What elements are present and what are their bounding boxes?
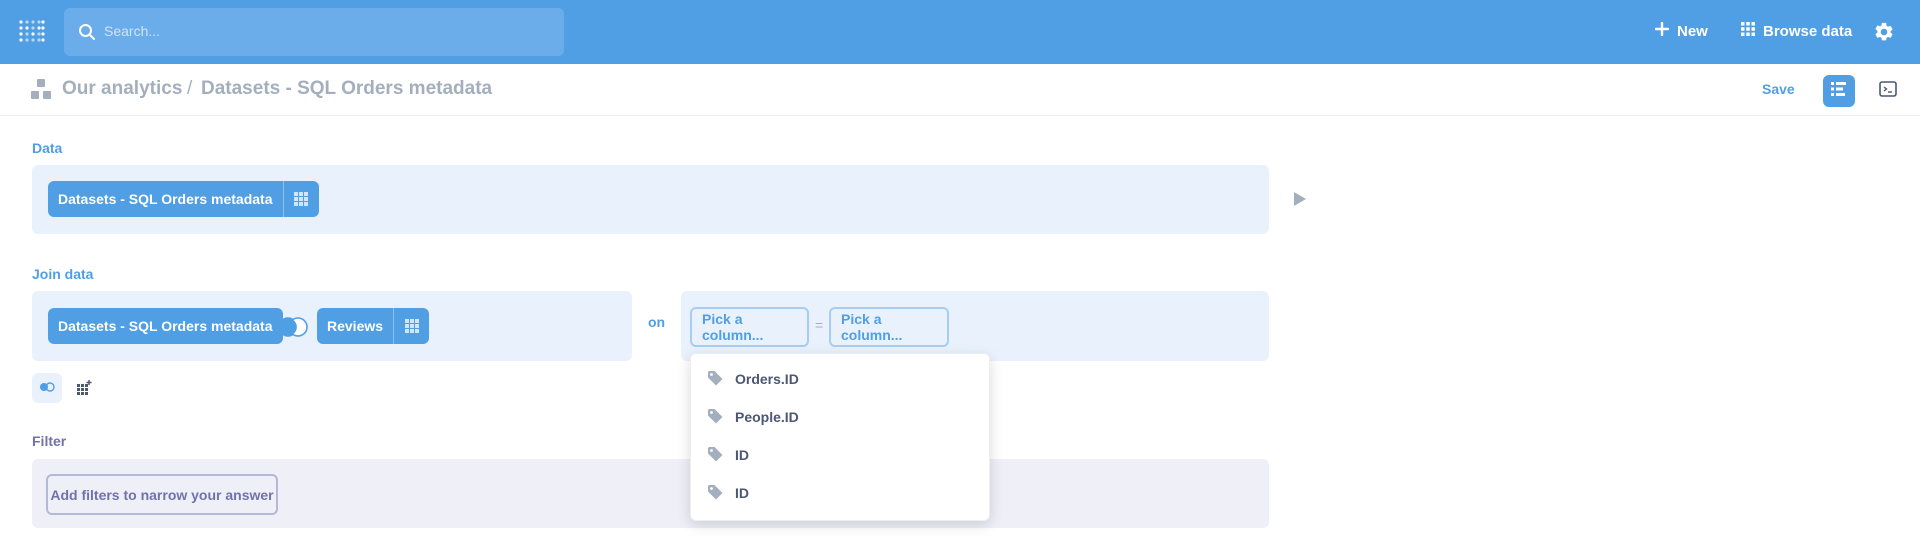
save-button[interactable]: Save — [1762, 81, 1795, 97]
breadcrumb-collection[interactable]: Our analytics — [62, 78, 182, 100]
search-input[interactable]: Search... — [64, 8, 564, 56]
column-option[interactable]: People.ID — [691, 398, 989, 436]
browse-data-button[interactable]: Browse data — [1741, 22, 1852, 40]
add-filter-button[interactable]: Add filters to narrow your answer — [46, 474, 278, 515]
column-option[interactable]: Orders.ID — [691, 360, 989, 398]
question-header: Our analytics / Datasets - SQL Orders me… — [0, 64, 1920, 116]
table-grid-icon[interactable] — [282, 181, 319, 217]
column-option-label: ID — [735, 447, 749, 463]
column-option[interactable]: ID — [691, 474, 989, 512]
new-label: New — [1677, 22, 1708, 40]
join-step-toggle-button[interactable] — [32, 373, 62, 403]
collection-icon — [31, 79, 51, 106]
metabase-logo-icon[interactable] — [18, 18, 46, 46]
join-section-label: Join data — [32, 266, 94, 282]
tag-icon — [707, 484, 723, 503]
grid-icon — [1741, 22, 1755, 40]
tag-icon — [707, 408, 723, 427]
console-icon — [1879, 80, 1897, 102]
join-small-icon — [39, 379, 55, 397]
table-grid-icon[interactable] — [393, 308, 429, 344]
join-right-table-pill[interactable]: Reviews — [317, 308, 430, 344]
filter-section-label: Filter — [32, 433, 67, 449]
tag-icon — [707, 446, 723, 465]
new-button[interactable]: New — [1654, 21, 1708, 40]
left-column-picker[interactable]: Pick a column... — [690, 307, 809, 347]
join-on-label: on — [648, 314, 666, 330]
search-placeholder: Search... — [104, 23, 161, 39]
column-option[interactable]: ID — [691, 436, 989, 474]
plus-icon — [1654, 21, 1670, 40]
column-picker-dropdown: Orders.ID People.ID ID ID — [690, 353, 990, 521]
data-section-label: Data — [32, 140, 63, 156]
notebook-toggle-button[interactable] — [1823, 75, 1855, 107]
browse-data-label: Browse data — [1763, 22, 1853, 40]
settings-gear-icon[interactable] — [1873, 21, 1895, 48]
breadcrumb-separator: / — [187, 78, 193, 99]
data-source-pill[interactable]: Datasets - SQL Orders metadata — [48, 181, 319, 217]
right-column-picker[interactable]: Pick a column... — [829, 307, 949, 347]
join-left-table-pill[interactable]: Datasets - SQL Orders metadata — [48, 308, 283, 344]
add-column-icon[interactable] — [76, 380, 92, 401]
data-source-label: Datasets - SQL Orders metadata — [58, 191, 273, 207]
join-right-table-label: Reviews — [327, 318, 384, 334]
sql-preview-button[interactable] — [1872, 75, 1904, 107]
top-navbar: Search... New Browse data — [0, 0, 1920, 64]
play-preview-icon[interactable] — [1293, 191, 1307, 212]
left-join-icon[interactable] — [277, 316, 309, 343]
tag-icon — [707, 370, 723, 389]
join-left-table-label: Datasets - SQL Orders metadata — [58, 318, 273, 334]
column-option-label: People.ID — [735, 409, 799, 425]
page-title[interactable]: Datasets - SQL Orders metadata — [201, 78, 492, 100]
notebook-icon — [1831, 81, 1847, 101]
equals-operator[interactable]: = — [815, 317, 823, 333]
column-option-label: ID — [735, 485, 749, 501]
search-icon — [78, 23, 96, 46]
column-option-label: Orders.ID — [735, 371, 799, 387]
